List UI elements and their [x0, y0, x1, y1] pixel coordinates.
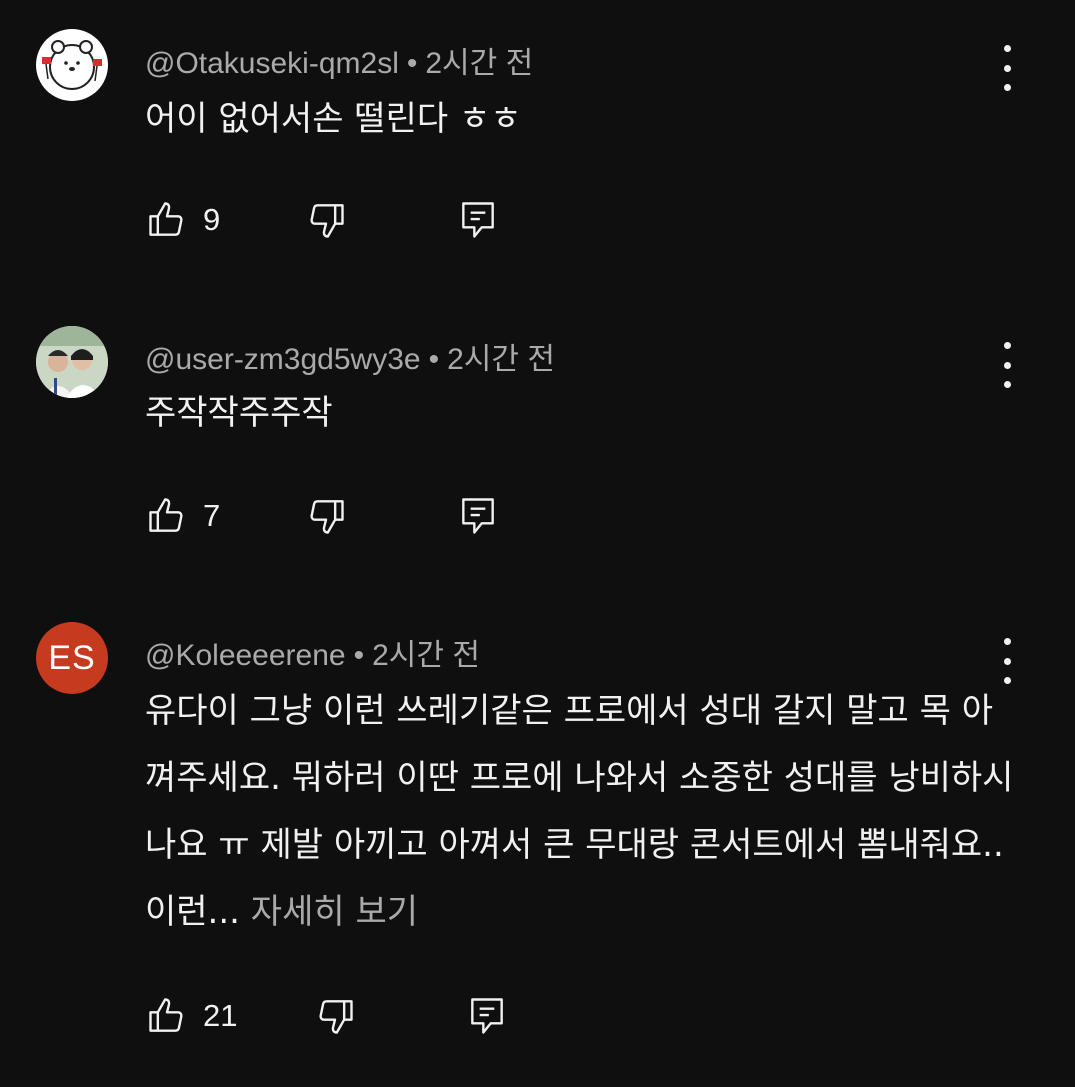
thumbs-down-icon [319, 1000, 354, 1034]
like-count: 9 [203, 202, 221, 237]
like-button[interactable]: 9 [145, 198, 220, 242]
thumbs-up-icon [149, 202, 183, 236]
comment-text: 어이 없어서손 떨린다 ㅎㅎ [145, 99, 522, 139]
more-vert-dot [1003, 361, 1011, 369]
more-options-button[interactable] [992, 45, 1022, 91]
comment-actions: 9 [145, 196, 500, 244]
dislike-button[interactable] [304, 198, 348, 242]
more-vert-dot [1003, 64, 1011, 72]
comment-time: 2시간 전 [425, 47, 534, 80]
comment-meta: @Koleeeerene • 2시간 전 [145, 630, 480, 674]
reply-button[interactable] [456, 494, 500, 538]
reply-icon [462, 202, 495, 238]
more-vert-dot [1003, 657, 1011, 665]
read-more-link[interactable]: 자세히 보기 [251, 892, 418, 932]
meta-separator: • [353, 639, 365, 672]
thumbs-down-icon [310, 500, 344, 534]
comment-text: 유다이 그냥 이런 쓰레기같은 프로에서 성대 갈지 말고 목 아껴주세요. 뭐… [145, 678, 1015, 946]
avatar[interactable] [36, 326, 108, 398]
like-button[interactable]: 7 [145, 494, 220, 538]
like-button[interactable]: 21 [145, 994, 237, 1038]
reply-button[interactable] [456, 198, 500, 242]
meta-separator: • [428, 343, 440, 376]
reply-button[interactable] [465, 994, 509, 1038]
reply-icon [471, 998, 504, 1034]
comment-actions: 7 [145, 492, 500, 540]
comment-meta: @Otakuseki-qm2sl • 2시간 전 [145, 38, 533, 82]
avatar[interactable] [36, 29, 108, 101]
more-vert-icon [1003, 342, 1011, 349]
comment-time: 2시간 전 [447, 343, 555, 376]
comment-actions: 21 [145, 992, 509, 1040]
bear-avatar-icon [42, 40, 102, 90]
comment-author[interactable]: @user-zm3gd5wy3e [145, 343, 421, 376]
thumbs-down-icon [310, 204, 344, 238]
more-vert-icon [1003, 638, 1011, 645]
reply-icon [462, 498, 495, 534]
like-count: 7 [203, 498, 221, 533]
user-photo-icon [36, 326, 108, 398]
meta-separator: • [406, 47, 418, 80]
comment-text: 주작작주주작 [145, 393, 333, 433]
comment-author[interactable]: @Koleeeerene [145, 639, 346, 672]
avatar-initials: ES [48, 638, 96, 677]
thumbs-up-icon [149, 998, 183, 1032]
comment-meta: @user-zm3gd5wy3e • 2시간 전 [145, 334, 555, 378]
dislike-button[interactable] [313, 994, 357, 1038]
comment-time: 2시간 전 [372, 639, 480, 672]
avatar[interactable]: ES [36, 622, 108, 694]
comment-author[interactable]: @Otakuseki-qm2sl [145, 47, 399, 80]
more-vert-icon [1003, 45, 1011, 52]
like-count: 21 [203, 998, 238, 1033]
dislike-button[interactable] [304, 494, 348, 538]
thumbs-up-icon [149, 498, 183, 532]
